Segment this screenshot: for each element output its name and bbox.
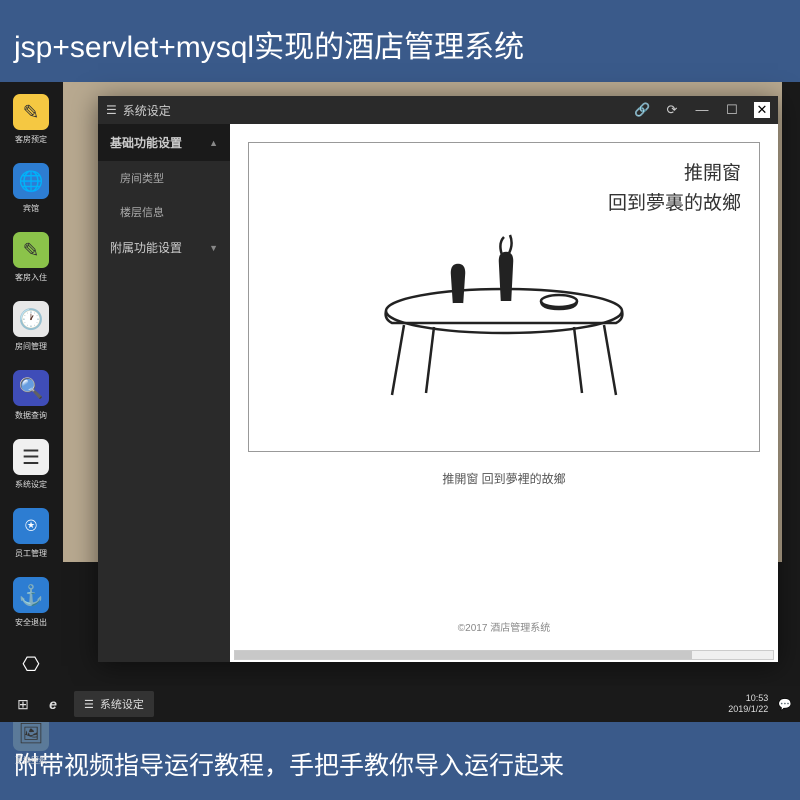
desktop-icons-column: ✎客房预定🌐宾馆✎客房入住🕐房间管理🔍数据查询☰系统设定⍟员工管理⚓安全退出⎔更… — [8, 94, 54, 766]
start-button[interactable]: ⊞ — [8, 689, 38, 719]
system-settings-window: ☰ 系统设定 🔗 ⟳ — ☐ ✕ 基础功能设置▲房间类型楼层信息附属功能设置▼ … — [98, 96, 778, 662]
window-title: 系统设定 — [123, 102, 171, 119]
poem-text: 推開窗 回到夢裏的故鄉 — [608, 159, 741, 220]
close-icon[interactable]: ✕ — [754, 102, 770, 118]
titlebar[interactable]: ☰ 系统设定 🔗 ⟳ — ☐ ✕ — [98, 96, 778, 124]
notification-icon[interactable]: 💬 — [778, 698, 792, 711]
table-drawing-icon — [364, 233, 644, 403]
taskbar-app-label: 系统设定 — [100, 696, 144, 712]
desktop-area: ✎客房预定🌐宾馆✎客房入住🕐房间管理🔍数据查询☰系统设定⍟员工管理⚓安全退出⎔更… — [0, 82, 800, 722]
illustration-card: 推開窗 回到夢裏的故鄉 — [248, 142, 760, 452]
desktop-icon-2[interactable]: ✎客房入住 — [8, 232, 54, 283]
content-area: 推開窗 回到夢裏的故鄉 — [230, 124, 778, 662]
desktop-icon-4[interactable]: 🔍数据查询 — [8, 370, 54, 421]
copyright-text: ©2017 酒店管理系统 — [230, 619, 778, 634]
desktop-icon-0[interactable]: ✎客房预定 — [8, 94, 54, 145]
taskbar-app-icon: ☰ — [84, 698, 94, 711]
refresh-icon[interactable]: ⟳ — [664, 102, 680, 118]
clock[interactable]: 10:53 2019/1/22 — [728, 693, 768, 715]
sidebar: 基础功能设置▲房间类型楼层信息附属功能设置▼ — [98, 124, 230, 662]
taskbar-app[interactable]: ☰ 系统设定 — [74, 691, 154, 717]
link-icon[interactable]: 🔗 — [634, 102, 650, 118]
desktop-icon-5[interactable]: ☰系统设定 — [8, 439, 54, 490]
caption-text: 推開窗 回到夢裡的故鄉 — [230, 470, 778, 487]
sidebar-item-0-0[interactable]: 房间类型 — [98, 161, 230, 195]
desktop-icon-9[interactable]: 🖼更换壁纸 — [8, 715, 54, 766]
minimize-icon[interactable]: — — [694, 102, 710, 118]
scrollbar-thumb[interactable] — [235, 651, 692, 659]
bottom-banner: 附带视频指导运行教程，手把手教你导入运行起来 — [0, 722, 800, 800]
taskbar: ⊞ e ☰ 系统设定 10:53 2019/1/22 💬 — [0, 686, 800, 722]
browser-icon[interactable]: e — [38, 689, 68, 719]
desktop-icon-6[interactable]: ⍟员工管理 — [8, 508, 54, 559]
top-banner: jsp+servlet+mysql实现的酒店管理系统 — [0, 0, 800, 82]
desktop-icon-3[interactable]: 🕐房间管理 — [8, 301, 54, 352]
window-icon: ☰ — [106, 103, 117, 117]
horizontal-scrollbar[interactable] — [234, 650, 774, 660]
sidebar-section-1[interactable]: 附属功能设置▼ — [98, 229, 230, 266]
maximize-icon[interactable]: ☐ — [724, 102, 740, 118]
desktop-icon-1[interactable]: 🌐宾馆 — [8, 163, 54, 214]
sidebar-item-0-1[interactable]: 楼层信息 — [98, 195, 230, 229]
desktop-icon-7[interactable]: ⚓安全退出 — [8, 577, 54, 628]
sidebar-section-0[interactable]: 基础功能设置▲ — [98, 124, 230, 161]
